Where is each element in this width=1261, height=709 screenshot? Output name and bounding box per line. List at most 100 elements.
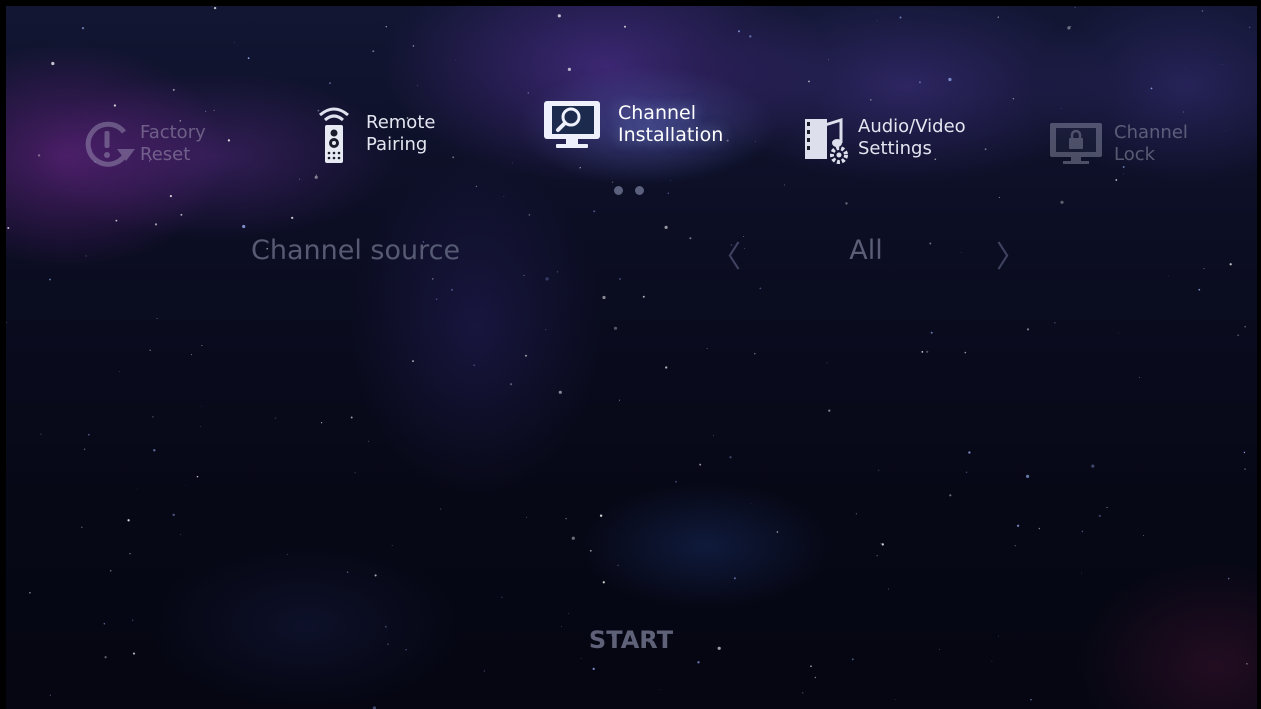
star (1248, 26, 1251, 29)
star (185, 484, 186, 486)
star (960, 252, 962, 254)
star (213, 109, 215, 111)
star (354, 472, 356, 474)
star (1091, 464, 1095, 468)
star (997, 16, 999, 18)
start-button[interactable]: START (566, 618, 696, 662)
star (213, 6, 217, 10)
channel-source-value[interactable]: All (826, 235, 906, 266)
star (545, 329, 547, 331)
star (642, 295, 645, 298)
star (526, 516, 527, 518)
star (452, 156, 455, 159)
star (180, 213, 183, 216)
star (180, 534, 182, 535)
star (814, 676, 816, 679)
menu-label-channel-installation: Channel Installation (618, 102, 724, 146)
star (1012, 98, 1015, 100)
star (618, 399, 621, 401)
star (417, 84, 419, 86)
page-indicator (614, 186, 644, 195)
star (450, 288, 454, 291)
star (1060, 200, 1064, 204)
chevron-right-icon[interactable]: 〉 (996, 232, 1026, 276)
star (49, 694, 52, 696)
star (127, 519, 130, 522)
star (855, 513, 858, 515)
star (205, 110, 207, 112)
star (827, 59, 830, 61)
page-dot[interactable] (635, 186, 644, 195)
star (602, 581, 605, 584)
star (432, 278, 434, 280)
star (367, 440, 370, 443)
star (1182, 111, 1184, 113)
menu-item-remote-pairing[interactable]: Remote Pairing (304, 104, 435, 164)
star (759, 287, 762, 290)
star (227, 139, 231, 142)
star (512, 162, 513, 164)
star (1060, 108, 1062, 109)
tv-search-icon (536, 92, 616, 156)
star (998, 196, 1000, 198)
star (558, 390, 562, 394)
star (7, 226, 10, 230)
star (1054, 322, 1056, 324)
star (346, 571, 349, 573)
star (1026, 328, 1030, 331)
star (887, 588, 889, 590)
remote-icon (304, 104, 364, 164)
chevron-left-icon[interactable]: 〈 (711, 232, 741, 276)
menu-item-factory-reset[interactable]: Factory Reset (78, 114, 206, 174)
star (435, 298, 438, 301)
star (510, 383, 513, 386)
menu-item-audio-video-settings[interactable]: Audio/Video Settings (796, 108, 966, 168)
star (665, 366, 668, 369)
star (926, 350, 929, 353)
menu-label-factory-reset: Factory Reset (140, 122, 206, 165)
star (1243, 451, 1246, 454)
star (152, 416, 154, 418)
star (113, 104, 117, 107)
menu-item-channel-lock[interactable]: Channel Lock (1042, 114, 1188, 174)
star (51, 61, 55, 66)
star (699, 463, 702, 466)
star (754, 353, 756, 355)
star (298, 178, 301, 180)
star (776, 531, 779, 533)
star (1106, 506, 1108, 509)
star (1070, 25, 1072, 27)
page-dot[interactable] (614, 186, 623, 195)
star (1067, 26, 1071, 30)
star (328, 82, 332, 85)
star (455, 59, 456, 61)
star (802, 692, 804, 694)
star (374, 574, 377, 577)
star (930, 331, 933, 334)
star (385, 26, 387, 28)
star (717, 646, 721, 650)
star (1026, 474, 1030, 478)
star (881, 543, 884, 546)
star (565, 518, 567, 520)
star (103, 623, 105, 625)
star (247, 57, 250, 60)
star (589, 549, 592, 552)
star (664, 225, 668, 229)
star (372, 50, 375, 53)
star (172, 513, 175, 517)
star (118, 371, 120, 372)
menu-item-channel-installation[interactable]: Channel Installation (536, 92, 723, 156)
star (948, 77, 952, 82)
star (475, 185, 478, 188)
star (350, 416, 353, 419)
star (851, 658, 854, 661)
star (104, 656, 107, 659)
star (40, 433, 42, 435)
star (733, 577, 736, 580)
star (876, 555, 878, 557)
star (1201, 10, 1204, 12)
star (599, 514, 603, 517)
star (1016, 524, 1020, 527)
star (211, 6, 213, 7)
